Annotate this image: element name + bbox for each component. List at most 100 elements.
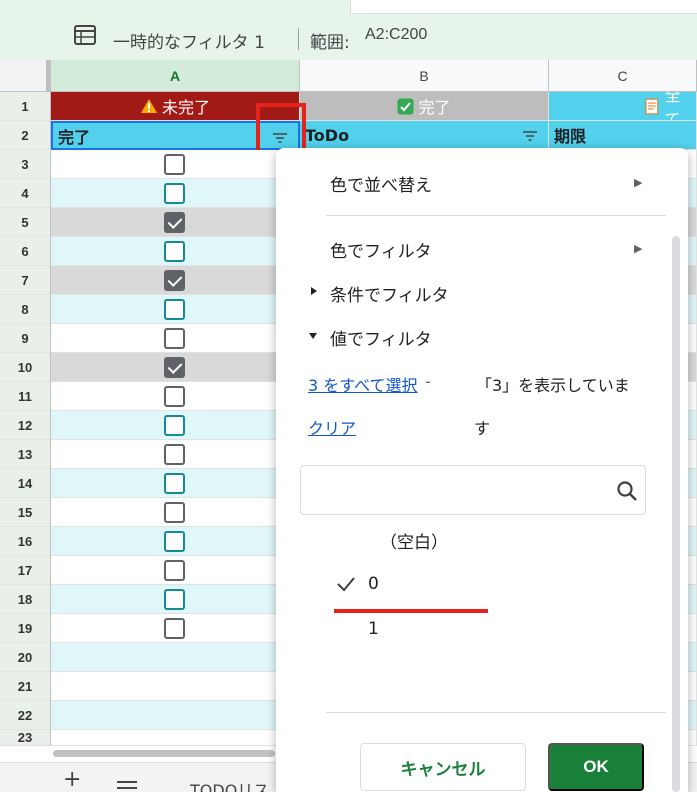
select-all-link[interactable]: 3 をすべて選択 (308, 372, 418, 396)
filter-by-condition-item[interactable]: 条件でフィルタ (330, 281, 449, 306)
filter-view-bar: 一時的なフィルタ 1 範囲: A2:C200 (0, 0, 697, 60)
header-a1-text: 未完了 (161, 98, 210, 117)
value-option-blank[interactable]: （空白） (380, 528, 448, 553)
checkbox-row-4[interactable] (164, 183, 185, 204)
scrollbar-thumb[interactable] (53, 750, 275, 757)
row-header-8[interactable]: 8 (0, 295, 51, 324)
header-cell-c1[interactable]: 全て (549, 92, 697, 121)
header-cell-c2[interactable]: 期限 (549, 121, 697, 150)
submenu-arrow-icon: ▶ (634, 242, 643, 255)
row-header-6[interactable]: 6 (0, 237, 51, 266)
header-c1-text: 全て (664, 92, 681, 121)
row-header-17[interactable]: 17 (0, 556, 51, 585)
top-strip (350, 0, 697, 14)
row-header-1[interactable]: 1 (0, 92, 51, 121)
row-header-9[interactable]: 9 (0, 324, 51, 353)
column-header-a[interactable]: A (51, 60, 300, 92)
ok-button[interactable]: OK (548, 743, 644, 791)
row-header-22[interactable]: 22 (0, 701, 51, 730)
filter-icon[interactable] (522, 131, 538, 141)
expand-down-icon[interactable] (308, 332, 318, 340)
row-header-3[interactable]: 3 (0, 150, 51, 179)
row-header-11[interactable]: 11 (0, 382, 51, 411)
submenu-arrow-icon: ▶ (634, 176, 643, 189)
checkbox-icon (397, 98, 414, 114)
memo-icon (645, 98, 659, 114)
range-value[interactable]: A2:C200 (365, 26, 427, 44)
row-header-20[interactable]: 20 (0, 643, 51, 672)
row-header-23[interactable]: 23 (0, 730, 51, 746)
panel-scrollbar[interactable] (672, 236, 680, 792)
cancel-button[interactable]: キャンセル (360, 743, 526, 791)
row-header-21[interactable]: 21 (0, 672, 51, 701)
row-header-10[interactable]: 10 (0, 353, 51, 382)
value-search-box[interactable] (300, 465, 646, 515)
filter-view-icon[interactable] (74, 25, 96, 45)
row-header-16[interactable]: 16 (0, 527, 51, 556)
filter-by-values-item[interactable]: 値でフィルタ (330, 325, 432, 350)
red-underline-annotation (334, 609, 488, 613)
expand-right-icon[interactable] (310, 286, 318, 296)
row-header-12[interactable]: 12 (0, 411, 51, 440)
header-b1-text: 完了 (418, 98, 451, 117)
row-header-13[interactable]: 13 (0, 440, 51, 469)
checkbox-row-8[interactable] (164, 299, 185, 320)
checkbox-row-14[interactable] (164, 473, 185, 494)
checkbox-row-19[interactable] (164, 618, 185, 639)
clear-link[interactable]: クリア (308, 415, 356, 439)
header-cell-b2[interactable]: ToDo (300, 121, 549, 150)
checkbox-row-15[interactable] (164, 502, 185, 523)
value-option-0[interactable]: 0 (368, 574, 379, 594)
checkbox-row-7[interactable] (164, 270, 185, 291)
checkbox-row-17[interactable] (164, 560, 185, 581)
header-c2-text: 期限 (554, 127, 587, 146)
value-search-input[interactable] (311, 476, 601, 504)
check-icon (337, 577, 355, 592)
row-header-7[interactable]: 7 (0, 266, 51, 295)
checkbox-row-5[interactable] (164, 212, 185, 233)
value-option-1[interactable]: 1 (368, 619, 379, 639)
filter-by-color-item[interactable]: 色でフィルタ (330, 237, 432, 262)
checkbox-row-6[interactable] (164, 241, 185, 262)
add-sheet-icon[interactable]: + (63, 767, 81, 792)
filter-view-name[interactable]: 一時的なフィルタ 1 (113, 28, 265, 53)
column-header-c[interactable]: C (549, 60, 697, 92)
link-separator: - (425, 372, 431, 391)
row-header-18[interactable]: 18 (0, 585, 51, 614)
range-label: 範囲: (310, 33, 350, 53)
row-header-5[interactable]: 5 (0, 208, 51, 237)
status-text-line1: 「3」を表示していま (476, 376, 630, 395)
search-icon[interactable] (615, 479, 639, 503)
warning-icon (140, 99, 157, 113)
cell-a21[interactable] (51, 672, 300, 701)
row-header-14[interactable]: 14 (0, 469, 51, 498)
header-cell-b1[interactable]: 完了 (300, 92, 549, 121)
row-header-19[interactable]: 19 (0, 614, 51, 643)
cell-a20[interactable] (51, 643, 300, 672)
all-sheets-icon[interactable] (117, 781, 137, 792)
cell-a22[interactable] (51, 701, 300, 730)
sort-by-color-item[interactable]: 色で並べ替え (330, 171, 432, 196)
row-header-4[interactable]: 4 (0, 179, 51, 208)
checkbox-row-16[interactable] (164, 531, 185, 552)
header-b2-text: ToDo (305, 125, 350, 145)
horizontal-scrollbar[interactable] (51, 746, 277, 760)
checkbox-row-18[interactable] (164, 589, 185, 610)
filter-dropdown-panel: 色で並べ替え ▶ 色でフィルタ ▶ 条件でフィルタ 値でフィルタ 3 をすべて選… (276, 148, 688, 792)
checkbox-row-9[interactable] (164, 328, 185, 349)
menu-divider (326, 215, 666, 216)
sheet-tab-todo[interactable]: TODOリス (190, 777, 269, 792)
checkbox-row-3[interactable] (164, 154, 185, 175)
column-header-b[interactable]: B (300, 60, 549, 92)
row-header-2[interactable]: 2 (0, 121, 51, 150)
checkbox-row-13[interactable] (164, 444, 185, 465)
row-header-15[interactable]: 15 (0, 498, 51, 527)
filter-bar-separator (298, 28, 299, 50)
menu-divider (326, 712, 666, 713)
status-text-line2: す (474, 419, 491, 438)
checkbox-row-10[interactable] (164, 357, 185, 378)
checkbox-row-11[interactable] (164, 386, 185, 407)
checkbox-row-12[interactable] (164, 415, 185, 436)
select-all-corner[interactable] (0, 60, 51, 92)
cell-a23[interactable] (51, 730, 300, 746)
